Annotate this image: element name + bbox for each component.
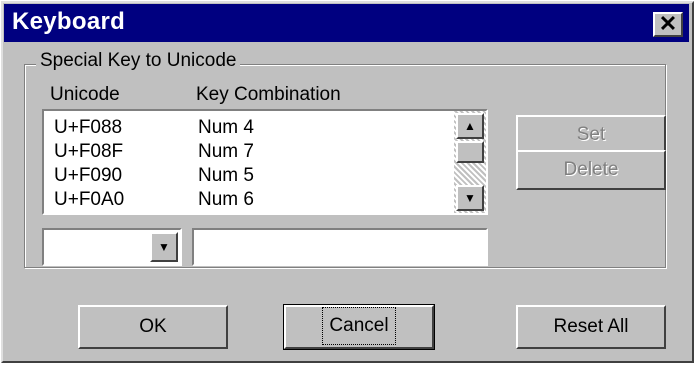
close-button[interactable]: ✕: [653, 12, 683, 37]
list-item-unicode: U+F090: [54, 165, 123, 186]
set-button[interactable]: Set: [516, 115, 666, 155]
list-item-key: Num 5: [198, 165, 254, 186]
arrow-down-icon: ▼: [464, 191, 476, 205]
title-bar[interactable]: Keyboard ✕: [4, 4, 689, 42]
ok-button-label: OK: [139, 316, 167, 337]
unicode-combo[interactable]: ▼: [42, 228, 182, 266]
column-header-key-combination: Key Combination: [196, 84, 341, 105]
delete-button[interactable]: Delete: [516, 150, 666, 190]
key-combination-field[interactable]: [192, 228, 488, 266]
window-title: Keyboard: [12, 8, 126, 35]
cancel-button-label: Cancel: [322, 307, 396, 345]
list-item-unicode: U+F08F: [54, 141, 124, 162]
list-scrollbar[interactable]: ▲ ▼: [454, 111, 486, 213]
combo-dropdown-button[interactable]: ▼: [150, 232, 178, 262]
list-item-key: Num 4: [198, 117, 254, 138]
scroll-thumb[interactable]: [456, 141, 484, 163]
list-item-key: Num 6: [198, 189, 254, 210]
reset-all-button-label: Reset All: [553, 316, 629, 337]
column-header-unicode: Unicode: [50, 84, 120, 105]
group-label: Special Key to Unicode: [36, 50, 241, 72]
cancel-button[interactable]: Cancel: [283, 304, 435, 350]
reset-all-button[interactable]: Reset All: [516, 305, 666, 349]
scroll-down-button[interactable]: ▼: [456, 185, 484, 211]
close-icon: ✕: [658, 11, 678, 36]
list-item-unicode: U+F088: [54, 117, 123, 138]
delete-button-label: Delete: [563, 159, 619, 180]
scroll-up-button[interactable]: ▲: [456, 113, 484, 139]
ok-button[interactable]: OK: [78, 305, 228, 349]
list-item-unicode: U+F0A0: [54, 189, 125, 210]
set-button-label: Set: [576, 124, 606, 145]
chevron-down-icon: ▼: [158, 240, 170, 254]
arrow-up-icon: ▲: [464, 119, 476, 133]
key-mapping-list[interactable]: U+F088 Num 4 U+F08F Num 7 U+F090 Num 5 U…: [42, 109, 488, 215]
list-item-key: Num 7: [198, 141, 254, 162]
